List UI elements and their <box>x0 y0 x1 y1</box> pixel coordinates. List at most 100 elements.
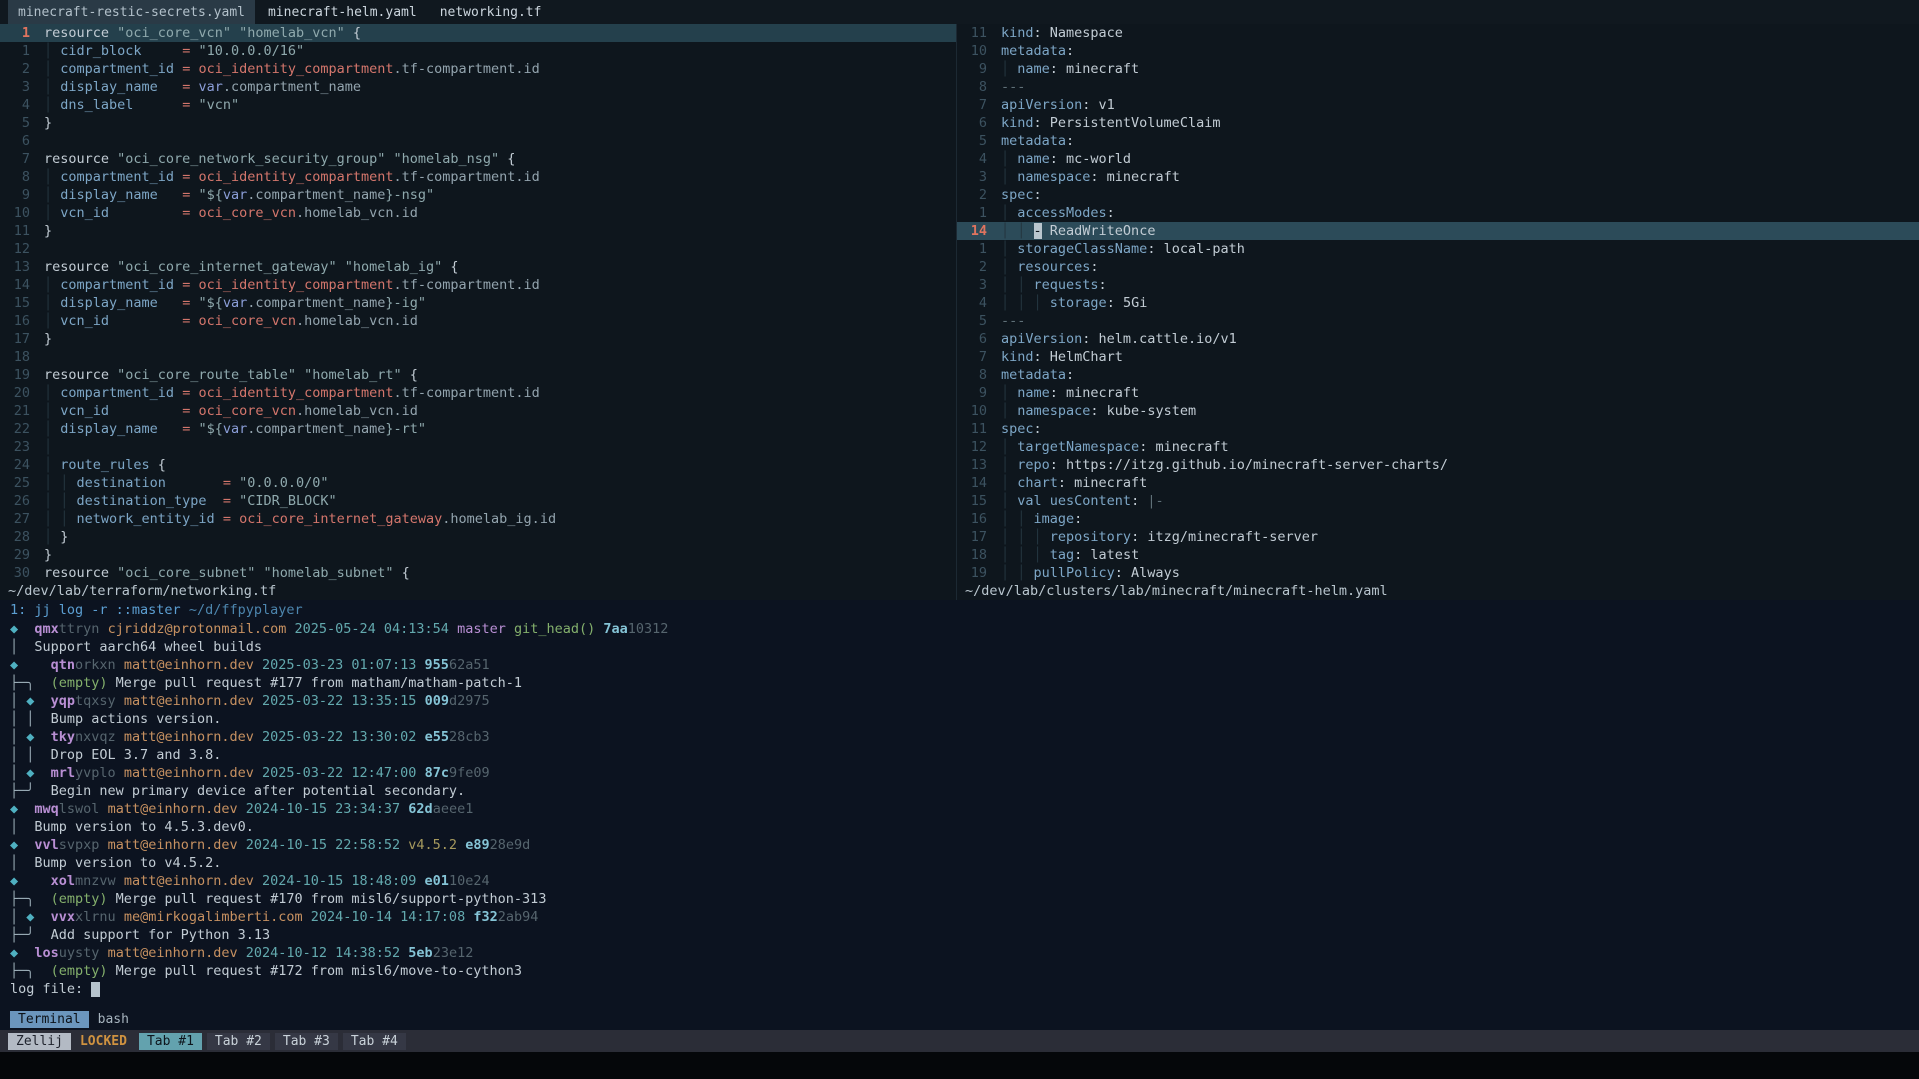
code-line: 19│ │ pullPolicy: Always <box>957 564 1919 582</box>
code-line: 13resource "oci_core_internet_gateway" "… <box>0 258 956 276</box>
code-line: 19resource "oci_core_route_table" "homel… <box>0 366 956 384</box>
line-number: 10 <box>0 204 30 222</box>
line-number: 1 <box>957 204 987 222</box>
line-number: 19 <box>957 564 987 582</box>
buffer-tab[interactable]: minecraft-restic-secrets.yaml <box>8 0 255 24</box>
line-number: 4 <box>957 294 987 312</box>
code-line: 18│ │ │ tag: latest <box>957 546 1919 564</box>
terminal-cursor <box>91 982 100 997</box>
line-number: 19 <box>0 366 30 384</box>
line-number: 28 <box>0 528 30 546</box>
code-line: 15│ display_name = "${var.compartment_na… <box>0 294 956 312</box>
buffer-tab[interactable]: minecraft-helm.yaml <box>258 0 427 24</box>
line-number: 20 <box>0 384 30 402</box>
line-number: 22 <box>0 420 30 438</box>
log-line: │ │ Bump actions version. <box>10 710 1919 728</box>
zellij-tab[interactable]: Tab #4 <box>343 1033 406 1050</box>
log-line: │ │ Drop EOL 3.7 and 3.8. <box>10 746 1919 764</box>
line-number: 30 <box>0 564 30 582</box>
code-line: 1│ cidr_block = "10.0.0.0/16" <box>0 42 956 60</box>
code-line: 30resource "oci_core_subnet" "homelab_su… <box>0 564 956 582</box>
line-number: 4 <box>957 150 987 168</box>
log-line: │ ◆ vvxxlrnu me@mirkogalimberti.com 2024… <box>10 908 1919 926</box>
code-line: 4│ name: mc-world <box>957 150 1919 168</box>
code-line: 5metadata: <box>957 132 1919 150</box>
code-line: 8--- <box>957 78 1919 96</box>
line-number: 21 <box>0 402 30 420</box>
line-number: 6 <box>0 132 30 150</box>
log-line: ◆ losuysty matt@einhorn.dev 2024-10-12 1… <box>10 944 1919 962</box>
shell-prompt[interactable]: log file: <box>0 980 1919 998</box>
code-line: 16│ │ image: <box>957 510 1919 528</box>
editor-pane-minecraft-helm-yaml: 11kind: Namespace10metadata:9│ name: min… <box>957 24 1919 600</box>
log-line: │ Bump version to v4.5.2. <box>10 854 1919 872</box>
code-line: 5} <box>0 114 956 132</box>
line-number: 3 <box>0 78 30 96</box>
code-line: 7apiVersion: v1 <box>957 96 1919 114</box>
line-number: 10 <box>957 42 987 60</box>
code-line: 3│ namespace: minecraft <box>957 168 1919 186</box>
terminal-pane: 1: jj log -r ::master ~/d/ffpyplayer ◆ q… <box>0 600 1919 1030</box>
pane-title-path: ~/d/ffpyplayer <box>181 602 303 618</box>
line-number: 1 <box>0 24 30 42</box>
line-number: 26 <box>0 492 30 510</box>
code-line: 7resource "oci_core_network_security_gro… <box>0 150 956 168</box>
zellij-session: minecraft-restic-secrets.yamlminecraft-h… <box>0 0 1919 1079</box>
line-number: 5 <box>957 312 987 330</box>
line-number: 12 <box>0 240 30 258</box>
code-line: 9│ name: minecraft <box>957 384 1919 402</box>
zellij-app-label: Zellij <box>8 1033 71 1050</box>
line-number: 16 <box>0 312 30 330</box>
code-line: 3│ display_name = var.compartment_name <box>0 78 956 96</box>
line-number: 17 <box>0 330 30 348</box>
log-line: │ ◆ yqptqxsy matt@einhorn.dev 2025-03-22… <box>10 692 1919 710</box>
jj-log-output[interactable]: ◆ qmxttryn cjriddz@protonmail.com 2025-0… <box>0 620 1919 980</box>
log-line: │ Support aarch64 wheel builds <box>10 638 1919 656</box>
code-line: 6kind: PersistentVolumeClaim <box>957 114 1919 132</box>
code-line: 17} <box>0 330 956 348</box>
line-number: 7 <box>0 150 30 168</box>
screen-bottom-edge <box>0 1052 1919 1079</box>
statusline-path-left: ~/dev/lab/terraform/networking.tf <box>0 582 956 600</box>
line-number: 5 <box>0 114 30 132</box>
code-line: 3│ │ requests: <box>957 276 1919 294</box>
log-line: ◆ qmxttryn cjriddz@protonmail.com 2025-0… <box>10 620 1919 638</box>
log-line: ◆ xolmnzvw matt@einhorn.dev 2024-10-15 1… <box>10 872 1919 890</box>
log-line: ├─╯ Add support for Python 3.13 <box>10 926 1919 944</box>
cursor-line: 14│ │ - ReadWriteOnce <box>957 222 1919 240</box>
line-number: 9 <box>0 186 30 204</box>
code-line: 5--- <box>957 312 1919 330</box>
line-number: 8 <box>957 366 987 384</box>
code-line: 23│ <box>0 438 956 456</box>
code-line: 15│ val uesContent: |- <box>957 492 1919 510</box>
zellij-tab[interactable]: Tab #2 <box>207 1033 270 1050</box>
line-number: 3 <box>957 168 987 186</box>
code-line: 26│ │ destination_type = "CIDR_BLOCK" <box>0 492 956 510</box>
buffer-tab[interactable]: networking.tf <box>430 0 552 24</box>
code-line: 28│ } <box>0 528 956 546</box>
cursor-line: 1resource "oci_core_vcn" "homelab_vcn" { <box>0 24 956 42</box>
prompt-text: log file: <box>10 981 91 997</box>
code-line: 10metadata: <box>957 42 1919 60</box>
line-number: 3 <box>957 276 987 294</box>
line-number: 12 <box>957 438 987 456</box>
code-line: 29} <box>0 546 956 564</box>
line-number: 18 <box>957 546 987 564</box>
code-line: 9│ name: minecraft <box>957 60 1919 78</box>
code-line: 13│ repo: https://itzg.github.io/minecra… <box>957 456 1919 474</box>
code-line: 8metadata: <box>957 366 1919 384</box>
code-area-yaml[interactable]: 11kind: Namespace10metadata:9│ name: min… <box>957 24 1919 582</box>
code-area-terraform[interactable]: 1resource "oci_core_vcn" "homelab_vcn" {… <box>0 24 956 582</box>
log-line: ◆ mwqlswol matt@einhorn.dev 2024-10-15 2… <box>10 800 1919 818</box>
line-number: 2 <box>957 186 987 204</box>
code-line: 4│ dns_label = "vcn" <box>0 96 956 114</box>
zellij-tab[interactable]: Tab #3 <box>275 1033 338 1050</box>
log-line: ◆ qtnorkxn matt@einhorn.dev 2025-03-23 0… <box>10 656 1919 674</box>
pane-title-command: 1: jj log -r ::master <box>10 602 181 618</box>
line-number: 7 <box>957 96 987 114</box>
zellij-tab[interactable]: Tab #1 <box>139 1033 202 1050</box>
locked-mode-indicator: LOCKED <box>80 1034 127 1049</box>
line-number: 23 <box>0 438 30 456</box>
code-line: 11spec: <box>957 420 1919 438</box>
log-line: ├─╮ (empty) Merge pull request #177 from… <box>10 674 1919 692</box>
